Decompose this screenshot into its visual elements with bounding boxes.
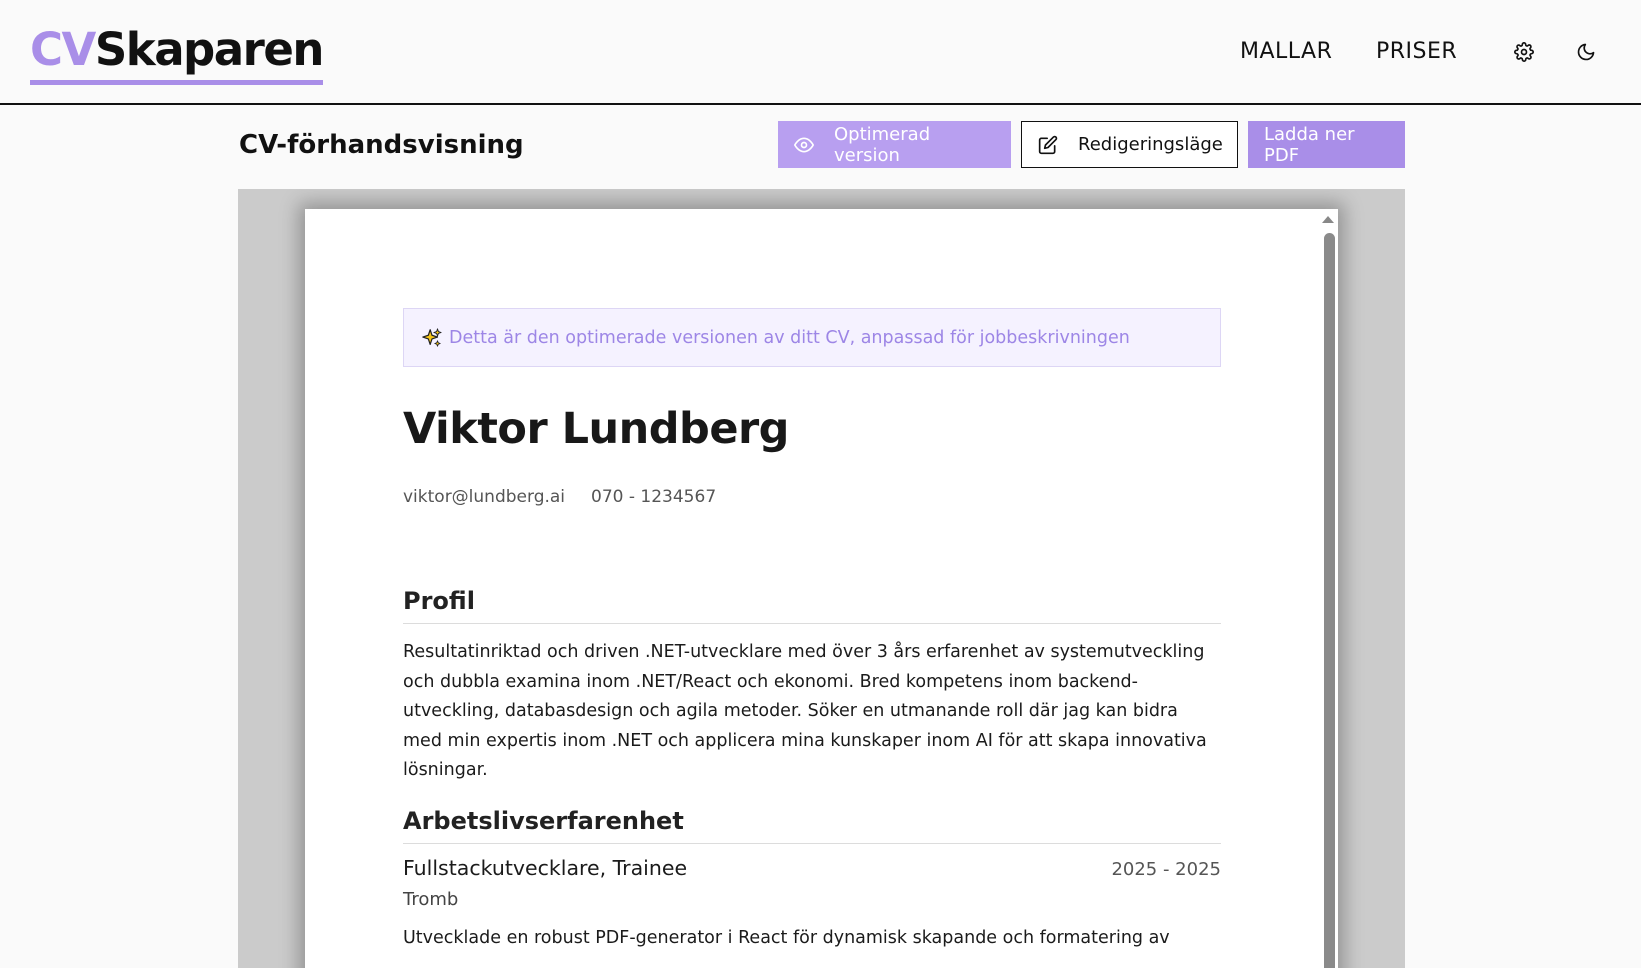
- optimized-version-label: Optimerad version: [834, 123, 931, 166]
- edit-icon: [1038, 135, 1058, 155]
- job-dates: 2025 - 2025: [1111, 858, 1221, 880]
- contact-phone: 070 - 1234567: [591, 487, 717, 507]
- cv-paper: Detta är den optimerade versionen av dit…: [305, 209, 1338, 968]
- logo-link[interactable]: CVSkaparen: [30, 22, 325, 85]
- edit-mode-button[interactable]: Redigeringsläge: [1021, 121, 1238, 168]
- nav-link-priser[interactable]: PRISER: [1376, 38, 1457, 66]
- logo-skaparen-text: Skaparen: [94, 23, 325, 76]
- section-title-work: Arbetslivserfarenhet: [403, 806, 1221, 844]
- job-title: Fullstackutvecklare, Trainee: [403, 855, 688, 880]
- optimized-notice: Detta är den optimerade versionen av dit…: [403, 308, 1221, 367]
- sparkles-icon: [421, 327, 443, 349]
- scroll-up-arrow-icon[interactable]: [1322, 216, 1334, 223]
- contact-email: viktor@lundberg.ai: [403, 487, 566, 507]
- nav-link-mallar[interactable]: MALLAR: [1240, 38, 1332, 66]
- scrollbar[interactable]: [1322, 209, 1338, 968]
- job-header-row: Fullstackutvecklare, Trainee 2025 - 2025: [403, 856, 1221, 880]
- logo-cv-text: CV: [30, 23, 96, 76]
- cv-preview-frame: Detta är den optimerade versionen av dit…: [238, 189, 1405, 968]
- scroll-thumb[interactable]: [1324, 233, 1335, 968]
- profile-text: Resultatinriktad och driven .NET-utveckl…: [403, 642, 1207, 781]
- notice-text: Detta är den optimerade versionen av dit…: [449, 327, 1130, 348]
- job-description: Utvecklade en robust PDF-generator i Rea…: [403, 927, 1170, 948]
- optimized-version-button[interactable]: Optimerad version: [778, 121, 1011, 168]
- cv-name: Viktor Lundberg: [403, 404, 789, 454]
- eye-icon: [794, 135, 814, 155]
- cv-content: Detta är den optimerade versionen av dit…: [403, 308, 1221, 953]
- section-title-profile: Profil: [403, 586, 1221, 624]
- page-title: CV-förhandsvisning: [239, 130, 524, 160]
- contact-row: viktor@lundberg.ai 070 - 1234567: [403, 486, 1221, 508]
- top-navigation-bar: CVSkaparen MALLAR PRISER: [0, 0, 1641, 105]
- download-pdf-button[interactable]: Ladda ner PDF: [1248, 121, 1405, 168]
- edit-mode-label: Redigeringsläge: [1078, 134, 1223, 155]
- gear-icon[interactable]: [1510, 38, 1538, 66]
- moon-icon[interactable]: [1572, 38, 1600, 66]
- job-company: Tromb: [403, 888, 459, 910]
